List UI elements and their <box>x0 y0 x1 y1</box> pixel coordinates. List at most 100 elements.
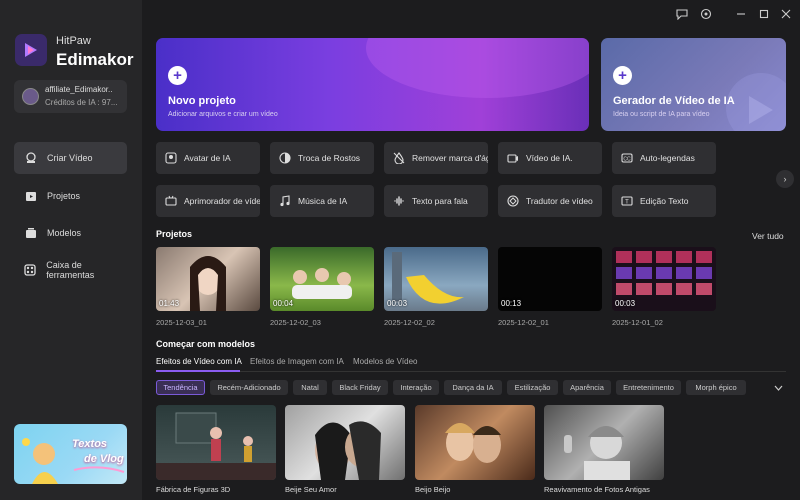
tool-label: Vídeo de IA. <box>526 153 573 163</box>
sidebar-item-toolbox[interactable]: Caixa de ferramentas <box>14 254 127 286</box>
chip-appearance[interactable]: Aparência <box>563 380 611 395</box>
tab-ai-video-effects[interactable]: Efeitos de Vídeo com IA <box>156 357 242 366</box>
close-icon[interactable] <box>779 7 793 21</box>
sidebar-item-label: Modelos <box>47 228 82 238</box>
project-date: 2025-12-01_02 <box>612 318 663 327</box>
projects-heading: Projetos <box>156 229 193 239</box>
account-name: affiliate_Edimakor.. <box>45 85 113 94</box>
tool-label: Auto-legendas <box>640 153 695 163</box>
chip-recently-added[interactable]: Recém-Adicionado <box>210 380 288 395</box>
project-date: 2025-12-03_01 <box>156 318 207 327</box>
template-thumbnail <box>564 426 630 480</box>
brand-name-line1: HitPaw <box>56 35 91 47</box>
chip-interaction[interactable]: Interação <box>393 380 439 395</box>
template-title: Beijo Beijo <box>415 485 451 494</box>
project-thumbnail[interactable]: 00:04 <box>270 247 374 311</box>
template-thumbnail <box>445 423 501 463</box>
template-title: Fábrica de Figuras 3D <box>156 485 231 494</box>
chip-stylization[interactable]: Estilização <box>507 380 558 395</box>
project-thumbnail[interactable]: 00:03 <box>384 247 488 311</box>
settings-icon[interactable] <box>699 7 713 21</box>
create-video-icon <box>24 152 37 165</box>
toolbox-icon <box>24 264 36 277</box>
text-edit-icon: T <box>620 195 633 208</box>
tab-ai-image-effects[interactable]: Efeitos de Imagem com IA <box>250 357 344 366</box>
see-all-link[interactable]: Ver tudo <box>752 231 784 241</box>
tool-video-translator[interactable]: Tradutor de vídeo <box>498 185 602 217</box>
project-duration: 00:03 <box>615 299 636 308</box>
promo-text-2: de Vlog <box>84 453 124 465</box>
chip-christmas[interactable]: Natal <box>293 380 327 395</box>
sidebar-item-label: Projetos <box>47 191 81 201</box>
app-window: HitPaw Edimakor affiliate_Edimakor.. Cré… <box>0 0 800 500</box>
chip-epic-morph[interactable]: Morph épico <box>686 380 746 395</box>
plus-icon: + <box>613 66 632 85</box>
project-duration: 00:13 <box>501 299 522 308</box>
chevron-down-icon[interactable] <box>772 381 785 394</box>
new-project-subtitle: Adicionar arquivos e criar um vídeo <box>168 111 278 118</box>
tool-label: Troca de Rostos <box>298 153 361 163</box>
tool-label: Texto para fala <box>412 196 468 206</box>
enhancer-icon <box>164 195 177 208</box>
project-thumbnail[interactable]: 00:13 <box>498 247 602 311</box>
feedback-icon[interactable] <box>675 7 689 21</box>
new-project-card[interactable]: + Novo projeto Adicionar arquivos e cria… <box>156 38 589 131</box>
chip-entertainment[interactable]: Entretenimento <box>616 380 681 395</box>
active-tab-indicator <box>156 370 240 372</box>
template-card[interactable] <box>415 405 535 480</box>
tool-text-to-speech[interactable]: Texto para fala <box>384 185 488 217</box>
tool-auto-subtitles[interactable]: CC Auto-legendas <box>612 142 716 174</box>
chip-ai-dance[interactable]: Dança da IA <box>444 380 502 395</box>
sidebar-item-templates[interactable]: Modelos <box>14 217 127 249</box>
plus-icon: + <box>168 66 187 85</box>
template-title: Beije Seu Amor <box>285 485 337 494</box>
watermark-remove-icon <box>392 152 405 165</box>
template-thumbnail <box>156 412 276 480</box>
tool-remove-watermark[interactable]: Remover marca d'água <box>384 142 488 174</box>
template-thumbnail <box>315 421 381 480</box>
tool-label: Música de IA <box>298 196 348 206</box>
chevron-right-icon[interactable]: › <box>776 170 794 188</box>
promo-text-1: Textos <box>72 438 108 450</box>
template-title: Reavivamento de Fotos Antigas <box>544 485 650 494</box>
template-card[interactable] <box>285 405 405 480</box>
brand-name-line2: Edimakor <box>56 50 134 69</box>
svg-text:CC: CC <box>623 157 631 163</box>
project-thumbnail[interactable]: 01:43 <box>156 247 260 311</box>
project-duration: 00:04 <box>273 299 294 308</box>
project-date: 2025-12-02_01 <box>498 318 549 327</box>
account-card[interactable]: affiliate_Edimakor.. Créditos de IA : 97… <box>14 80 127 113</box>
projects-icon <box>24 190 37 203</box>
project-date: 2025-12-02_03 <box>270 318 321 327</box>
sidebar-item-create-video[interactable]: Criar Vídeo <box>14 142 127 174</box>
avatar-icon <box>164 152 177 165</box>
minimize-icon[interactable] <box>734 7 748 21</box>
project-thumbnail[interactable]: 00:03 <box>612 247 716 311</box>
project-duration: 00:03 <box>387 299 408 308</box>
tool-text-edit[interactable]: T Edição Texto <box>612 185 716 217</box>
tool-ai-video[interactable]: Vídeo de IA. <box>498 142 602 174</box>
app-logo <box>15 34 47 66</box>
face-swap-icon <box>278 152 291 165</box>
tool-face-swap[interactable]: Troca de Rostos <box>270 142 374 174</box>
promo-banner[interactable]: Textos de Vlog <box>14 424 127 484</box>
ai-video-generator-card[interactable]: + Gerador de Vídeo de IA Ideia ou script… <box>601 38 786 131</box>
tool-video-enhancer[interactable]: Aprimorador de vídeo <box>156 185 260 217</box>
sidebar-item-label: Criar Vídeo <box>47 153 93 163</box>
template-card[interactable] <box>156 405 276 480</box>
template-card[interactable] <box>544 405 664 480</box>
ai-video-icon <box>506 152 519 165</box>
sidebar-item-projects[interactable]: Projetos <box>14 180 127 212</box>
tool-ai-music[interactable]: Música de IA <box>270 185 374 217</box>
tool-label: Aprimorador de vídeo <box>184 196 260 206</box>
maximize-icon[interactable] <box>757 7 771 21</box>
tab-video-templates[interactable]: Modelos de Vídeo <box>353 357 418 366</box>
chip-black-friday[interactable]: Black Friday <box>332 380 388 395</box>
tool-label: Remover marca d'água <box>412 153 488 163</box>
ai-credits: Créditos de IA : 97... <box>45 98 118 107</box>
chip-trending[interactable]: Tendência <box>156 380 205 395</box>
tabs-divider <box>156 371 786 372</box>
tts-icon <box>392 195 405 208</box>
ai-video-subtitle: Ideia ou script de IA para vídeo <box>613 111 710 118</box>
tool-ai-avatar[interactable]: Avatar de IA <box>156 142 260 174</box>
